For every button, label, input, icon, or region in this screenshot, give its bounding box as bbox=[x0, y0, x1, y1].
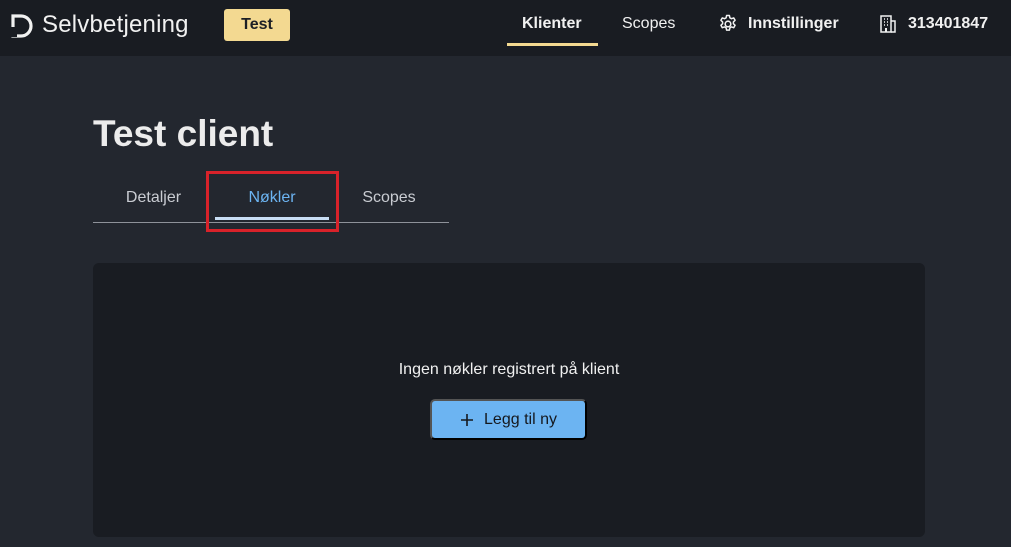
nav-organization[interactable]: 313401847 bbox=[878, 14, 988, 34]
nav-clients[interactable]: Klienter bbox=[522, 14, 582, 34]
plus-icon bbox=[461, 413, 474, 426]
gear-icon bbox=[720, 14, 736, 31]
brand-name[interactable]: Selvbetjening bbox=[42, 10, 189, 40]
add-key-button-label: Legg til ny bbox=[484, 410, 557, 428]
tab-details[interactable]: Detaljer bbox=[93, 173, 214, 222]
page-title: Test client bbox=[93, 113, 274, 154]
top-navigation-bar: Selvbetjening Test Klienter Scopes Innst… bbox=[0, 0, 1011, 56]
nav-scopes[interactable]: Scopes bbox=[622, 14, 675, 34]
tab-scopes[interactable]: Scopes bbox=[330, 173, 448, 222]
add-key-button[interactable]: Legg til ny bbox=[430, 399, 587, 440]
highlight-annotation bbox=[206, 171, 339, 232]
building-icon bbox=[880, 15, 896, 33]
nav-active-indicator bbox=[507, 43, 598, 46]
keys-panel: Ingen nøkler registrert på klient Legg t… bbox=[93, 263, 925, 537]
environment-badge: Test bbox=[224, 9, 290, 41]
logo-icon[interactable] bbox=[9, 13, 35, 39]
organization-number: 313401847 bbox=[908, 15, 989, 32]
nav-settings[interactable]: Innstillinger bbox=[718, 14, 839, 34]
nav-clients-label: Klienter bbox=[522, 15, 582, 32]
empty-state-message: Ingen nøkler registrert på klient bbox=[398, 361, 620, 378]
nav-scopes-label: Scopes bbox=[622, 15, 676, 32]
nav-settings-label: Innstillinger bbox=[748, 15, 839, 32]
